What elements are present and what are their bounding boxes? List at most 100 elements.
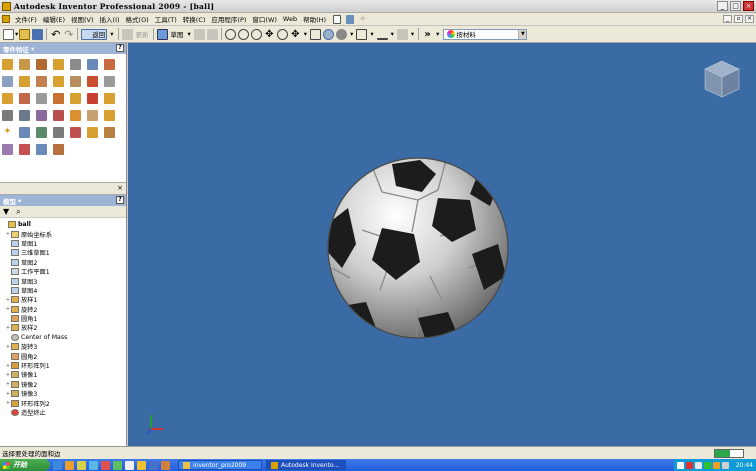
tree-node[interactable]: 圆角2 — [0, 351, 126, 361]
emboss-icon[interactable] — [2, 93, 13, 104]
tree-node[interactable]: 草图3 — [0, 276, 126, 286]
copy-object-icon[interactable] — [53, 144, 64, 155]
tree-node[interactable]: + 镜像2 — [0, 380, 126, 389]
close-button[interactable]: × — [743, 1, 754, 11]
tree-node[interactable]: + 放样1 — [0, 295, 126, 304]
replace-face-icon[interactable] — [70, 127, 81, 138]
shadow-dropdown-icon[interactable]: ▾ — [391, 30, 394, 38]
camera-dropdown-icon[interactable]: ▾ — [370, 30, 373, 38]
rule-fillet-icon[interactable] — [87, 127, 98, 138]
new-dropdown-icon[interactable]: ▾ — [15, 30, 18, 38]
browser-panel-header[interactable]: 模型 ▾ ? — [0, 195, 126, 206]
menu-insert[interactable]: 插入(I) — [97, 14, 123, 24]
sculpt-icon[interactable] — [70, 93, 81, 104]
grill-icon[interactable] — [104, 110, 115, 121]
tree-node[interactable]: 造型终止 — [0, 408, 126, 417]
tree-node[interactable]: + 旋转3 — [0, 342, 126, 351]
face-draft-icon[interactable] — [70, 76, 81, 87]
quicklaunch-app-icon[interactable] — [125, 460, 134, 470]
undo-icon[interactable]: ↶ — [50, 29, 61, 40]
menu-file[interactable]: 文件(F) — [12, 14, 40, 24]
add-icon[interactable]: + — [359, 14, 367, 24]
features-panel-header[interactable]: 零件特征 ▾ ? — [0, 43, 126, 54]
hole-icon[interactable] — [36, 59, 47, 70]
quicklaunch-app-icon[interactable] — [113, 460, 122, 470]
snap-fit-icon[interactable] — [104, 127, 115, 138]
display-dropdown-icon[interactable]: ▾ — [350, 30, 353, 38]
tree-node[interactable]: 草图1 — [0, 239, 126, 248]
tree-node[interactable]: + 镜像1 — [0, 370, 126, 379]
quicklaunch-explorer-icon[interactable] — [77, 460, 86, 470]
rib-icon[interactable] — [70, 59, 81, 70]
clock[interactable]: 20:44 — [736, 462, 753, 469]
rest-icon[interactable] — [36, 144, 47, 155]
minimize-button[interactable]: _ — [717, 1, 728, 11]
update-icon[interactable] — [121, 28, 133, 40]
rotate-icon[interactable]: ✥ — [290, 29, 301, 40]
menu-edit[interactable]: 编辑(E) — [40, 14, 68, 24]
quicklaunch-app-icon[interactable] — [137, 460, 146, 470]
find-icon[interactable]: ⌕ — [16, 207, 20, 217]
new-icon[interactable] — [3, 28, 14, 40]
maximize-button[interactable]: □ — [730, 1, 741, 11]
forward-icon[interactable]: » — [422, 29, 433, 40]
open-icon[interactable] — [19, 28, 31, 40]
tree-node[interactable]: Center of Mass — [0, 333, 126, 342]
tree-node[interactable]: 草图2 — [0, 258, 126, 267]
sweep-icon[interactable] — [104, 59, 115, 70]
split-icon[interactable] — [87, 76, 98, 87]
menu-format[interactable]: 格式(O) — [123, 14, 152, 24]
imate-icon[interactable] — [53, 93, 64, 104]
loft-icon[interactable] — [87, 59, 98, 70]
tree-node[interactable]: + 环形阵列1 — [0, 361, 126, 370]
graphics-viewport[interactable] — [128, 43, 756, 446]
panel-help-icon[interactable]: ? — [116, 44, 124, 52]
tree-node[interactable]: 草图4 — [0, 286, 126, 295]
rectangular-pattern-icon[interactable] — [87, 93, 98, 104]
material-select[interactable]: 按材料 ▼ — [443, 28, 528, 40]
menu-window[interactable]: 窗口(W) — [249, 14, 280, 24]
chamfer-icon[interactable] — [53, 76, 64, 87]
sketch-label[interactable]: 草图 — [171, 29, 184, 39]
doc-restore-button[interactable]: ▫ — [734, 15, 743, 23]
help-topics-icon[interactable] — [333, 14, 342, 24]
decal-icon[interactable] — [19, 93, 30, 104]
lip-icon[interactable] — [19, 144, 30, 155]
tray-app-icon[interactable] — [713, 461, 720, 469]
menu-applications[interactable]: 应用程序(P) — [208, 14, 249, 24]
menu-convert[interactable]: 转换(C) — [180, 14, 209, 24]
menu-tools[interactable]: 工具(T) — [152, 14, 180, 24]
tray-app-icon[interactable] — [704, 461, 711, 469]
thicken-icon[interactable] — [53, 127, 64, 138]
quicklaunch-folder-icon[interactable] — [65, 460, 74, 470]
tree-node[interactable]: + 原始坐标系 — [0, 229, 126, 239]
quicklaunch-desktop-icon[interactable] — [89, 460, 98, 470]
stitch-icon[interactable] — [36, 127, 47, 138]
panel-help-icon[interactable]: ? — [116, 196, 124, 204]
redo-icon[interactable]: ↷ — [63, 29, 74, 40]
close-icon[interactable]: × — [117, 184, 123, 192]
work-axis-icon[interactable] — [36, 110, 47, 121]
tree-node[interactable]: + 放样2 — [0, 323, 126, 332]
revolve-icon[interactable] — [19, 59, 30, 70]
sketch-icon[interactable] — [156, 28, 168, 40]
tree-node[interactable]: 圆角1 — [0, 314, 126, 323]
rotate-dropdown-icon[interactable]: ▾ — [304, 30, 307, 38]
display-mode-icon[interactable] — [336, 28, 348, 40]
sketch-dropdown-icon[interactable]: ▾ — [188, 30, 191, 38]
circular-pattern-icon[interactable] — [104, 93, 115, 104]
taskbar-button-folder[interactable]: inventor_pro2009 — [178, 460, 262, 470]
coil-icon[interactable] — [2, 76, 13, 87]
menu-help[interactable]: 帮助(H) — [300, 14, 329, 24]
tray-network-icon[interactable] — [695, 461, 702, 469]
doc-minimize-button[interactable]: _ — [723, 15, 732, 23]
tray-volume-icon[interactable] — [722, 461, 729, 469]
tree-node[interactable]: ball — [0, 220, 126, 229]
mirror-icon[interactable] — [2, 110, 13, 121]
zoom-icon[interactable] — [250, 28, 262, 40]
quicklaunch-app-icon[interactable] — [161, 460, 170, 470]
tree-node[interactable]: + 环形阵列2 — [0, 398, 126, 408]
soccer-ball-model[interactable] — [320, 150, 516, 346]
return-button[interactable]: 返回 — [81, 28, 108, 40]
work-plane-icon[interactable] — [19, 110, 30, 121]
